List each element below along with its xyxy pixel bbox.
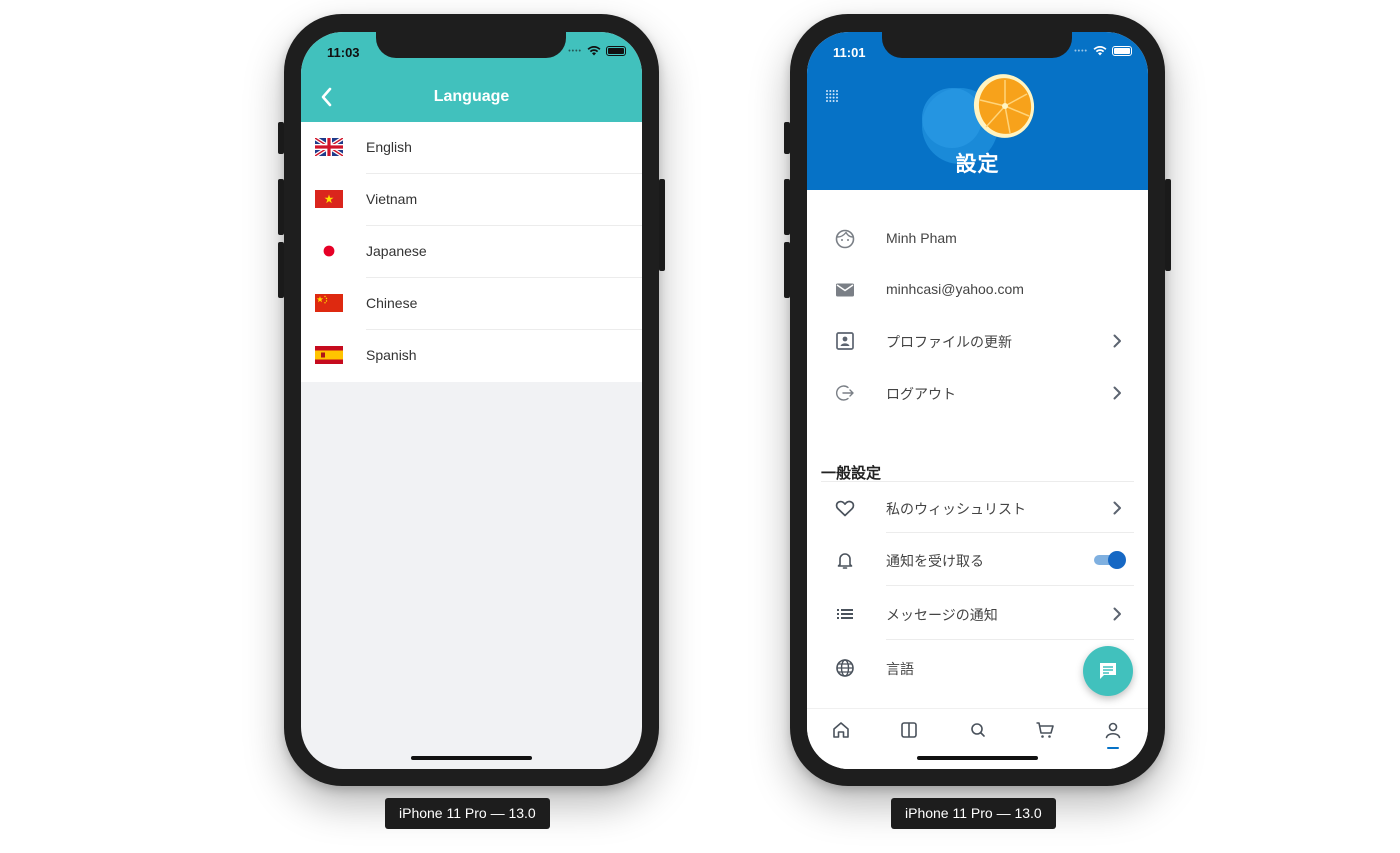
wifi-icon — [587, 46, 601, 56]
device-caption-left: iPhone 11 Pro — 13.0 — [385, 798, 550, 829]
volume-down-button — [278, 242, 284, 298]
mute-switch — [278, 122, 284, 154]
battery-icon — [606, 46, 626, 56]
active-tab-indicator — [1107, 747, 1119, 749]
message-notifications-label: メッセージの通知 — [886, 607, 998, 623]
language-item-vietnam[interactable]: Vietnam — [301, 174, 642, 226]
language-item-chinese[interactable]: Chinese — [301, 278, 642, 330]
divider — [886, 585, 1134, 586]
language-label: 言語 — [886, 661, 914, 677]
bell-icon — [837, 553, 853, 569]
general-settings-heading: 一般設定 — [821, 465, 882, 482]
divider — [886, 532, 1134, 533]
wishlist-label: 私のウィッシュリスト — [886, 501, 1026, 517]
spain-flag-icon — [315, 346, 343, 364]
status-time: 11:03 — [327, 45, 360, 60]
notch — [882, 32, 1072, 58]
china-flag-icon — [315, 294, 343, 312]
message-notifications-row[interactable]: メッセージの通知 — [821, 588, 1134, 640]
language-list: English Vietnam Japanese Chinese Spanish — [301, 122, 642, 382]
profile-name-row: Minh Pham — [807, 213, 1148, 265]
page-title: Language — [433, 88, 510, 105]
tab-category[interactable] — [898, 719, 920, 741]
language-label: Japanese — [366, 243, 427, 259]
language-item-japanese[interactable]: Japanese — [301, 226, 642, 278]
category-icon — [901, 722, 917, 738]
grid-menu-icon[interactable] — [824, 88, 840, 104]
profile-icon — [1105, 722, 1121, 739]
tab-home[interactable] — [830, 719, 852, 741]
japan-flag-icon — [315, 242, 343, 260]
logout-row[interactable]: ログアウト — [807, 367, 1148, 419]
tab-cart[interactable] — [1034, 719, 1056, 741]
notifications-label: 通知を受け取る — [886, 553, 984, 569]
tab-search[interactable] — [967, 719, 989, 741]
device-frame-right: 設定 11:01 •••• Minh Pham minhcasi@yahoo.c… — [784, 14, 1171, 786]
signal-icon: •••• — [568, 47, 582, 55]
contact-card-icon — [836, 332, 854, 350]
list-icon — [837, 609, 853, 619]
language-label: Vietnam — [366, 191, 418, 207]
chevron-right-icon — [1113, 334, 1121, 348]
page-title: 設定 — [955, 153, 1000, 176]
tab-profile[interactable] — [1102, 719, 1124, 741]
update-profile-label: プロファイルの更新 — [886, 334, 1012, 350]
profile-name: Minh Pham — [886, 230, 957, 246]
chat-icon — [1100, 663, 1116, 679]
profile-email-row: minhcasi@yahoo.com — [807, 264, 1148, 316]
language-label: Chinese — [366, 295, 418, 311]
signal-icon: •••• — [1074, 47, 1088, 55]
language-item-english[interactable]: English — [301, 122, 642, 174]
home-icon — [833, 722, 849, 738]
chevron-right-icon — [1113, 386, 1121, 400]
home-indicator — [917, 756, 1038, 760]
volume-up-button — [278, 179, 284, 235]
chevron-right-icon — [1113, 607, 1121, 621]
logout-icon — [836, 385, 854, 401]
heart-icon — [835, 500, 855, 517]
vietnam-flag-icon — [315, 190, 343, 208]
language-screen: 11:03 •••• Language English Vietnam Japa… — [301, 32, 642, 769]
volume-down-button — [784, 242, 790, 298]
update-profile-row[interactable]: プロファイルの更新 — [807, 315, 1148, 367]
home-indicator — [411, 756, 532, 760]
language-item-spanish[interactable]: Spanish — [301, 330, 642, 382]
search-icon — [971, 723, 985, 737]
logout-label: ログアウト — [886, 386, 956, 402]
cart-icon — [1036, 722, 1054, 738]
mail-icon — [836, 283, 854, 297]
notifications-toggle[interactable] — [1092, 551, 1126, 569]
divider — [886, 639, 1134, 640]
wifi-icon — [1093, 46, 1107, 56]
toggle-knob — [1108, 551, 1126, 569]
volume-up-button — [784, 179, 790, 235]
mute-switch — [784, 122, 790, 154]
notifications-row: 通知を受け取る — [821, 534, 1134, 586]
language-label: Spanish — [366, 347, 417, 363]
chat-fab-button[interactable] — [1083, 646, 1133, 696]
settings-screen: 設定 11:01 •••• Minh Pham minhcasi@yahoo.c… — [807, 32, 1148, 769]
device-caption-right: iPhone 11 Pro — 13.0 — [891, 798, 1056, 829]
power-button — [659, 179, 665, 271]
battery-icon — [1112, 46, 1132, 56]
status-time: 11:01 — [833, 45, 866, 60]
uk-flag-icon — [315, 138, 343, 156]
notch — [376, 32, 566, 58]
globe-icon — [836, 659, 854, 677]
power-button — [1165, 179, 1171, 271]
wishlist-row[interactable]: 私のウィッシュリスト — [821, 481, 1134, 533]
profile-email: minhcasi@yahoo.com — [886, 281, 1024, 297]
language-label: English — [366, 139, 412, 155]
chevron-right-icon — [1113, 501, 1121, 515]
device-frame-left: 11:03 •••• Language English Vietnam Japa… — [278, 14, 665, 786]
face-icon — [835, 229, 855, 249]
